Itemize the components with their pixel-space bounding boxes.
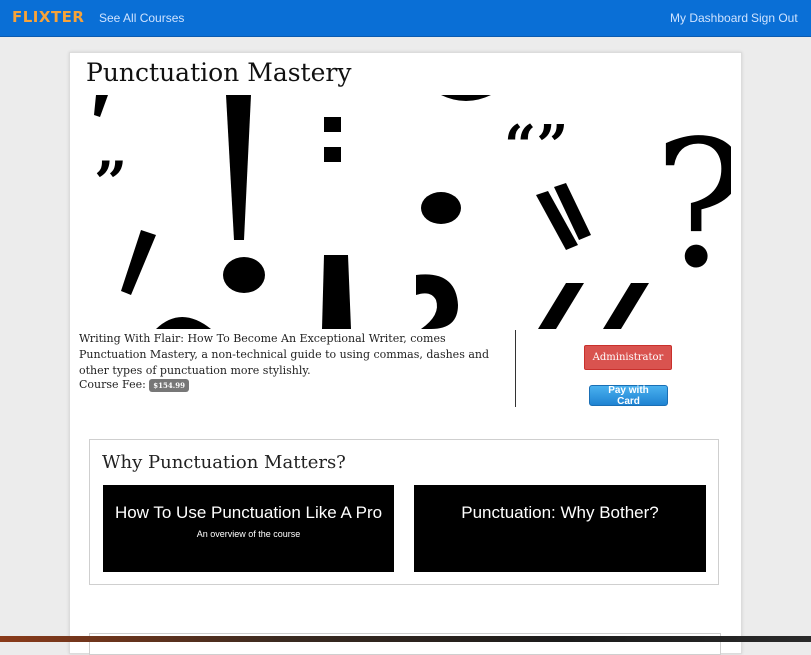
administrator-button[interactable]: Administrator [584, 345, 672, 370]
svg-text:?: ? [654, 104, 731, 307]
svg-text:”: ” [94, 149, 127, 217]
section-title: Why Punctuation Matters? [102, 452, 346, 473]
see-all-courses-link[interactable]: See All Courses [99, 11, 184, 25]
course-fee-label: Course Fee: [79, 378, 146, 391]
course-description: Writing With Flair: How To Become An Exc… [79, 332, 490, 377]
lesson-card[interactable]: Punctuation: Why Bother? [414, 485, 706, 572]
punctuation-marks-image: ” “” ? [94, 95, 731, 329]
lesson-subtitle: An overview of the course [196, 529, 301, 539]
sign-out-link[interactable]: Sign Out [751, 11, 798, 25]
vertical-divider [515, 330, 516, 407]
course-fee-badge: $154.99 [149, 378, 189, 392]
my-dashboard-link[interactable]: My Dashboard [670, 11, 748, 25]
lesson-title: How To Use Punctuation Like A Pro [114, 503, 383, 522]
taskbar-strip [0, 636, 811, 642]
course-hero-image: ” “” ? [86, 95, 731, 329]
lesson-card[interactable]: How To Use Punctuation Like A Pro An ove… [103, 485, 394, 572]
top-navbar: FLIXTER See All Courses My Dashboard Sig… [0, 0, 811, 37]
svg-text:“”: “” [504, 113, 568, 179]
pay-with-card-button[interactable]: Pay with Card [589, 385, 668, 407]
lesson-title: Punctuation: Why Bother? [461, 503, 659, 522]
page-title: Punctuation Mastery [86, 58, 352, 87]
course-fee: Course Fee: $154.99 [79, 378, 189, 392]
brand-logo[interactable]: FLIXTER [12, 8, 84, 26]
